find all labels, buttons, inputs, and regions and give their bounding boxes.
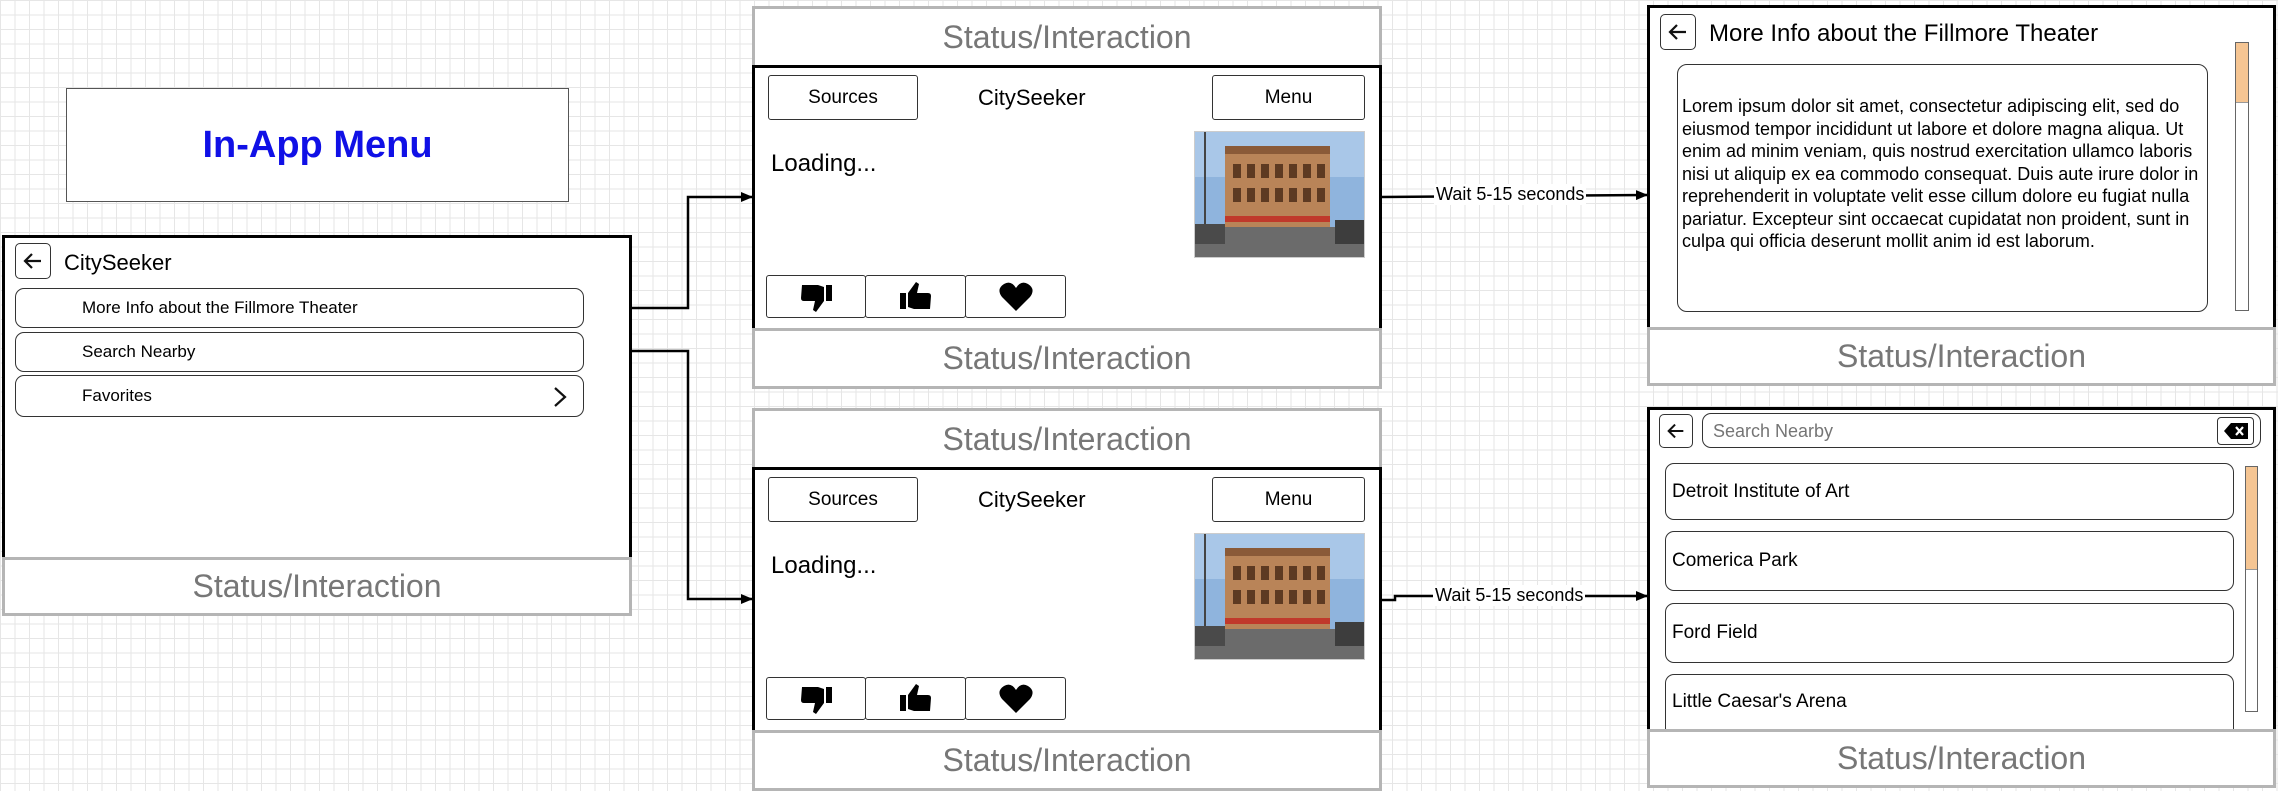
result-label: Comerica Park (1672, 550, 1798, 571)
menu-item-search-nearby[interactable]: Search Nearby (15, 332, 584, 372)
fillmore-theater-image (1195, 132, 1364, 257)
status-bar: Status/Interaction (2, 557, 632, 616)
sources-button[interactable]: Sources (768, 477, 918, 522)
menu-item-label: Favorites (82, 386, 152, 405)
like-button[interactable] (865, 677, 966, 720)
menu-item-label: More Info about the Fillmore Theater (82, 298, 358, 317)
status-bar: Status/Interaction (752, 730, 1382, 791)
back-button[interactable] (1659, 414, 1693, 448)
dislike-button[interactable] (766, 677, 866, 720)
clear-input-icon (2223, 423, 2248, 439)
app-title: CitySeeker (978, 487, 1086, 512)
result-item[interactable]: Little Caesar's Arena (1665, 674, 2234, 729)
menu-item-more-info[interactable]: More Info about the Fillmore Theater (15, 288, 584, 328)
dislike-button[interactable] (766, 275, 866, 318)
result-label: Ford Field (1672, 622, 1758, 643)
favorite-button[interactable] (965, 275, 1066, 318)
clear-button[interactable] (2217, 417, 2254, 445)
results-scrollbar[interactable] (2245, 466, 2258, 712)
search-input[interactable] (1711, 418, 2195, 445)
status-bar: Status/Interaction (752, 408, 1382, 470)
chevron-right-icon (554, 387, 567, 407)
loading-text: Loading... (771, 150, 877, 177)
status-bar: Status/Interaction (1647, 729, 2276, 788)
thumbs-up-icon (899, 281, 931, 309)
menu-item-label: Search Nearby (82, 342, 196, 361)
info-scrollbar[interactable] (2235, 42, 2249, 311)
back-button[interactable] (15, 243, 51, 279)
heart-icon (998, 684, 1033, 713)
status-bar: Status/Interaction (752, 328, 1382, 389)
back-button[interactable] (1660, 14, 1696, 50)
results-scrollbar-thumb[interactable] (2246, 467, 2257, 571)
back-arrow-icon (23, 253, 41, 269)
search-field[interactable] (1702, 413, 2261, 448)
menu-item-favorites[interactable]: Favorites (15, 375, 584, 417)
venue-photo (1194, 131, 1365, 258)
thumbs-up-icon (899, 683, 931, 711)
app-title: CitySeeker (64, 250, 172, 275)
result-item[interactable]: Ford Field (1665, 603, 2234, 663)
like-button[interactable] (865, 275, 966, 318)
info-title: More Info about the Fillmore Theater (1709, 20, 2099, 47)
result-item[interactable]: Detroit Institute of Art (1665, 463, 2234, 520)
thumbs-down-icon (801, 284, 832, 312)
diagram-title: In-App Menu (66, 88, 569, 202)
venue-photo (1194, 533, 1365, 660)
sources-button[interactable]: Sources (768, 75, 918, 120)
loading-text: Loading... (771, 552, 877, 579)
status-bar: Status/Interaction (752, 6, 1382, 68)
result-item[interactable]: Comerica Park (1665, 531, 2234, 591)
heart-icon (998, 282, 1033, 311)
status-bar: Status/Interaction (1647, 327, 2276, 386)
transition-label-top: Wait 5-15 seconds (1434, 184, 1587, 205)
favorite-button[interactable] (965, 677, 1066, 720)
back-arrow-icon (1668, 24, 1686, 40)
result-label: Little Caesar's Arena (1672, 691, 1847, 712)
menu-button[interactable]: Menu (1212, 477, 1365, 522)
thumbs-down-icon (801, 686, 832, 714)
transition-label-bottom: Wait 5-15 seconds (1433, 585, 1586, 606)
fillmore-theater-image (1195, 534, 1364, 659)
info-scrollbar-thumb[interactable] (2236, 43, 2248, 103)
info-text-area[interactable]: Lorem ipsum dolor sit amet, consectetur … (1677, 64, 2208, 312)
menu-button[interactable]: Menu (1212, 75, 1365, 120)
app-title: CitySeeker (978, 85, 1086, 110)
result-label: Detroit Institute of Art (1672, 480, 1850, 502)
info-body-text: Lorem ipsum dolor sit amet, consectetur … (1682, 96, 2199, 251)
back-arrow-icon (1667, 423, 1684, 439)
